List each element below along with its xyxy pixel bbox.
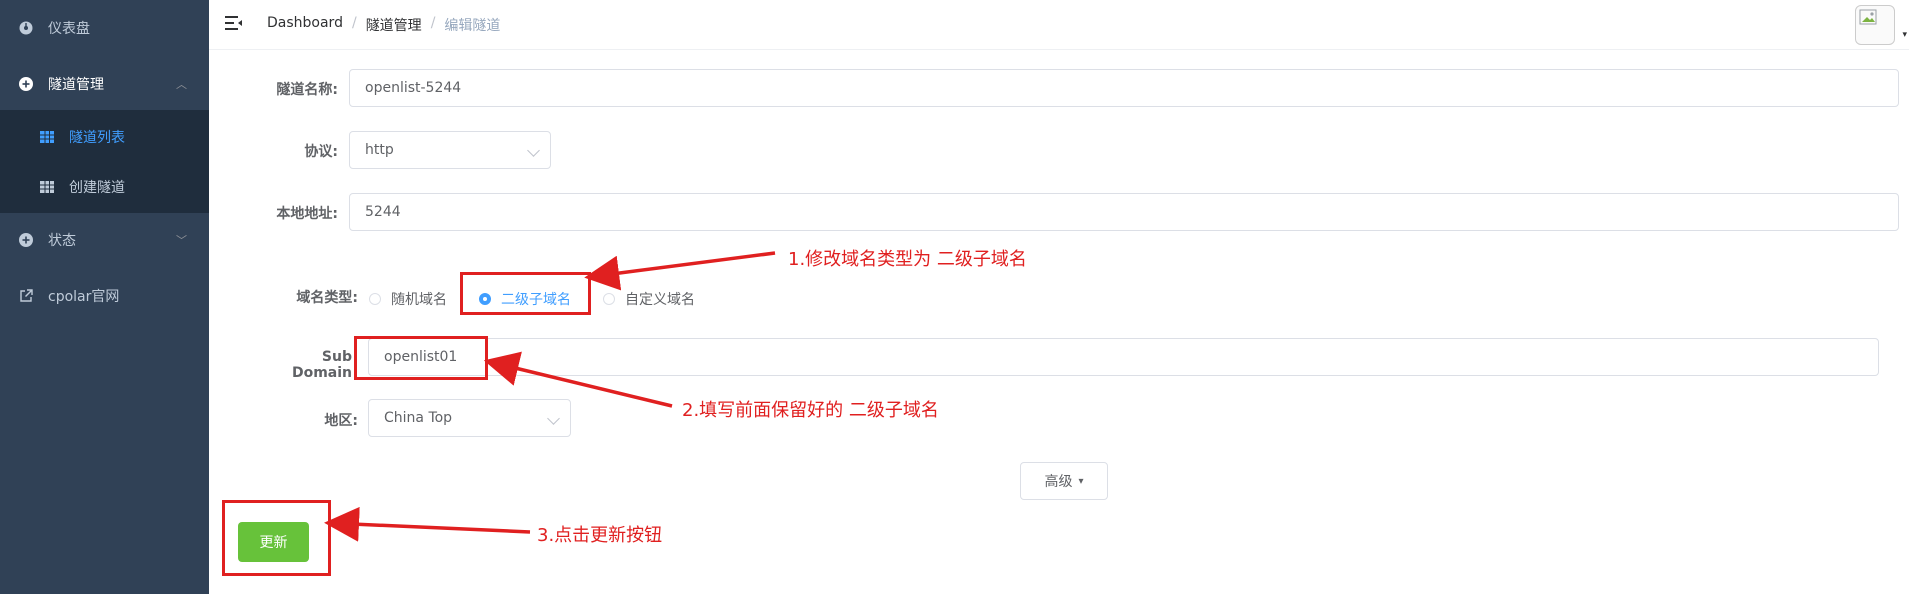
annotation-step1: 1.修改域名类型为 二级子域名 <box>788 249 1027 270</box>
tunnel-name-value: openlist-5244 <box>365 80 462 96</box>
radio-label: 随机域名 <box>391 292 447 308</box>
radio-custom-domain[interactable]: 自定义域名 <box>603 289 695 309</box>
hamburger-icon[interactable] <box>225 15 243 31</box>
sidebar-item-tunnel-list[interactable]: 隧道列表 <box>0 112 209 162</box>
breadcrumb-tunnel-management[interactable]: 隧道管理 <box>366 15 422 35</box>
subdomain-input[interactable]: openlist01 <box>368 338 1879 376</box>
breadcrumb-separator: / <box>351 15 357 31</box>
top-navbar: Dashboard / 隧道管理 / 编辑隧道 ▾ <box>209 0 1909 50</box>
dashboard-icon <box>18 20 34 36</box>
annotation-highlight-subdomain-input <box>354 336 488 380</box>
plus-circle-icon <box>18 232 34 248</box>
breadcrumb-dashboard[interactable]: Dashboard <box>267 15 343 35</box>
local-address-value: 5244 <box>365 204 401 220</box>
chevron-up-icon: ︿ <box>176 78 187 91</box>
annotation-step3: 3.点击更新按钮 <box>537 525 663 546</box>
table-icon <box>40 131 54 143</box>
domain-type-label: 域名类型: <box>296 290 358 306</box>
sidebar-item-create-tunnel[interactable]: 创建隧道 <box>0 162 209 212</box>
tunnel-name-label: 隧道名称: <box>276 82 338 98</box>
sidebar: 仪表盘 隧道管理 ︿ 隧道列表 创建隧道 状态 ﹀ cpolar官网 <box>0 0 209 594</box>
annotation-arrow-1 <box>584 251 776 291</box>
advanced-button[interactable]: 高级 ▾ <box>1020 462 1108 500</box>
sidebar-item-label: 创建隧道 <box>69 180 125 196</box>
chevron-down-icon: ﹀ <box>176 234 187 247</box>
plus-circle-icon <box>18 76 34 92</box>
sidebar-item-label: 隧道管理 <box>48 77 104 93</box>
local-address-label: 本地地址: <box>276 206 338 222</box>
protocol-value: http <box>365 142 394 158</box>
local-address-input[interactable]: 5244 <box>349 193 1899 231</box>
chevron-down-icon <box>527 144 540 157</box>
protocol-label: 协议: <box>304 144 338 160</box>
annotation-highlight-update-button <box>222 500 331 576</box>
annotation-highlight-subdomain-radio <box>460 272 591 315</box>
radio-circle <box>603 293 615 305</box>
sidebar-item-label: 隧道列表 <box>69 130 125 146</box>
protocol-select[interactable]: http <box>349 131 551 169</box>
annotation-arrow-3 <box>324 506 531 542</box>
sidebar-item-label: 仪表盘 <box>48 21 90 37</box>
annotation-step2: 2.填写前面保留好的 二级子域名 <box>682 400 939 421</box>
external-link-icon <box>18 288 34 304</box>
caret-down-icon: ▾ <box>1078 475 1084 487</box>
avatar[interactable] <box>1855 5 1895 45</box>
breadcrumb: Dashboard / 隧道管理 / 编辑隧道 <box>267 15 500 35</box>
breadcrumb-current: 编辑隧道 <box>444 18 501 34</box>
sidebar-item-tunnel-management[interactable]: 隧道管理 ︿ <box>0 56 209 112</box>
chevron-down-icon <box>547 412 560 425</box>
region-label: 地区: <box>324 413 358 429</box>
radio-random-domain[interactable]: 随机域名 <box>369 289 447 309</box>
advanced-label: 高级 <box>1044 474 1073 490</box>
radio-label: 自定义域名 <box>625 292 695 308</box>
breadcrumb-separator: / <box>430 15 436 31</box>
caret-down-icon[interactable]: ▾ <box>1902 30 1907 40</box>
table-icon <box>40 181 54 193</box>
sidebar-item-status[interactable]: 状态 ﹀ <box>0 212 209 268</box>
radio-circle <box>369 293 381 305</box>
tunnel-name-input[interactable]: openlist-5244 <box>349 69 1899 107</box>
sidebar-item-cpolar-site[interactable]: cpolar官网 <box>0 268 209 324</box>
subdomain-label: Sub Domain <box>291 349 352 381</box>
region-select[interactable]: China Top <box>368 399 571 437</box>
region-value: China Top <box>384 410 453 426</box>
sidebar-item-label: 状态 <box>48 233 76 249</box>
sidebar-item-dashboard[interactable]: 仪表盘 <box>0 0 209 56</box>
sidebar-item-label: cpolar官网 <box>48 289 120 305</box>
